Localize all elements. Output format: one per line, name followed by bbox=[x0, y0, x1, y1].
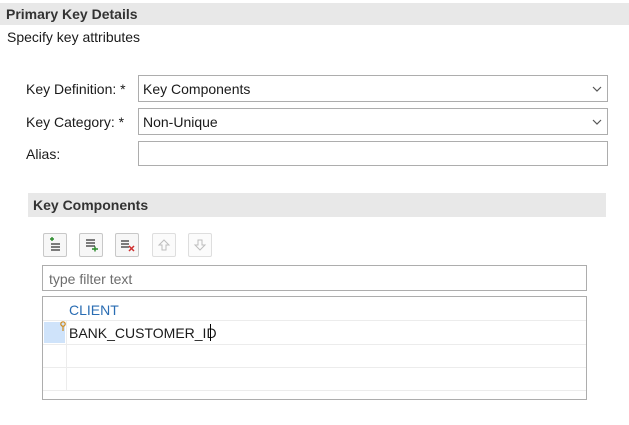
move-up-icon bbox=[157, 239, 171, 251]
key-definition-value: Key Components bbox=[143, 81, 251, 97]
remove-component-icon bbox=[121, 240, 135, 252]
key-category-combo[interactable]: Non-Unique bbox=[138, 108, 608, 135]
table-row-header-cell bbox=[43, 297, 66, 321]
section-title: Primary Key Details bbox=[6, 6, 138, 22]
filter-input[interactable]: type filter text bbox=[42, 265, 587, 291]
move-down-icon bbox=[193, 239, 207, 251]
key-components-title: Key Components bbox=[33, 197, 149, 213]
filter-placeholder: type filter text bbox=[49, 271, 133, 287]
key-category-label: Key Category: * bbox=[26, 114, 125, 130]
key-definition-combo[interactable]: Key Components bbox=[138, 75, 608, 102]
key-category-value: Non-Unique bbox=[143, 114, 218, 130]
insert-component-icon bbox=[86, 239, 98, 252]
alias-label: Alias: bbox=[26, 146, 61, 162]
alias-input[interactable] bbox=[138, 141, 608, 166]
insert-component-button[interactable] bbox=[79, 233, 103, 257]
table-row[interactable]: BANK_CUSTOMER_ID bbox=[43, 321, 586, 344]
remove-component-button[interactable] bbox=[115, 233, 139, 257]
chevron-down-icon[interactable] bbox=[587, 109, 607, 134]
primary-key-details-header: Primary Key Details bbox=[0, 3, 629, 25]
key-icon bbox=[60, 321, 66, 331]
key-definition-label: Key Definition: * bbox=[26, 81, 126, 97]
key-components-header: Key Components bbox=[28, 193, 606, 217]
move-down-button[interactable] bbox=[188, 233, 212, 257]
move-up-button[interactable] bbox=[152, 233, 176, 257]
add-component-button[interactable] bbox=[43, 233, 67, 257]
chevron-down-icon[interactable] bbox=[587, 76, 607, 101]
column-header-client[interactable]: CLIENT bbox=[69, 302, 119, 318]
components-table[interactable]: CLIENT BANK_CUSTOMER_ID bbox=[42, 296, 587, 400]
text-cursor bbox=[210, 324, 211, 341]
key-column-cell[interactable]: BANK_CUSTOMER_ID bbox=[69, 325, 217, 341]
add-component-icon bbox=[50, 237, 60, 251]
section-subtitle: Specify key attributes bbox=[7, 29, 141, 45]
